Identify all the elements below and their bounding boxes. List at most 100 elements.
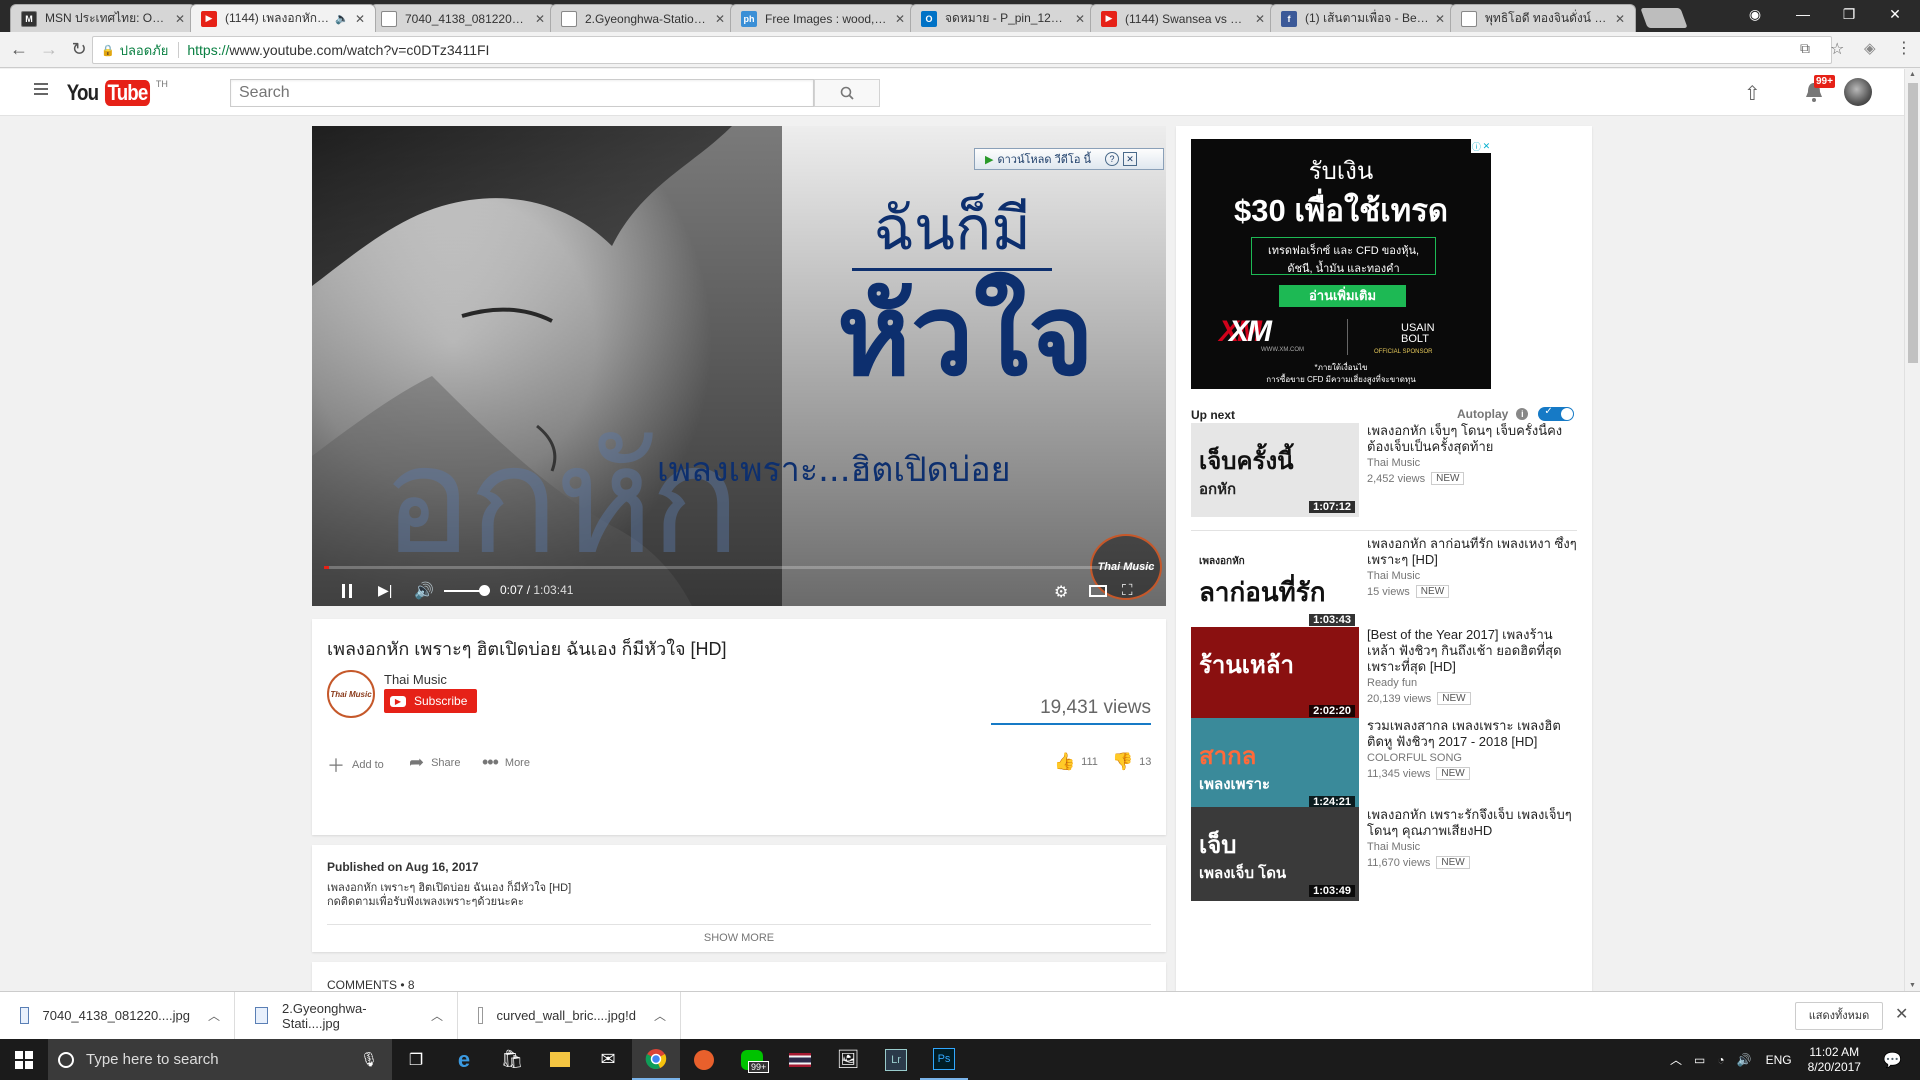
close-overlay-icon[interactable]: ✕ — [1123, 152, 1137, 166]
guide-menu-icon[interactable] — [34, 83, 48, 95]
tab-close-icon[interactable]: ✕ — [1435, 12, 1445, 26]
video-thumbnail[interactable]: เจ็บครั้งนี้ อกหัก 1:07:12 — [1191, 423, 1359, 517]
video-player[interactable]: อกหัก ฉันก็มี หัวใจ เพลงเพราะ...ฮิตเปิดบ… — [312, 126, 1166, 606]
network-icon[interactable]: ◔ — [1717, 1053, 1724, 1067]
extension-icon[interactable]: ◈ — [1864, 39, 1876, 57]
share-button[interactable]: ➦ Share — [409, 752, 460, 773]
microphone-icon[interactable]: 🎙 — [360, 1051, 378, 1068]
menu-dots-icon[interactable]: ⋮ — [1896, 38, 1912, 58]
search-button[interactable] — [814, 79, 880, 107]
tab-close-icon[interactable]: ✕ — [715, 12, 725, 26]
more-button[interactable]: ••• More — [482, 752, 530, 773]
pause-icon[interactable] — [340, 584, 354, 598]
up-next-channel[interactable]: COLORFUL SONG — [1367, 752, 1462, 764]
video-thumbnail[interactable]: สากล เพลงเพราะ 1:24:21 — [1191, 718, 1359, 812]
task-view-icon[interactable]: ❐ — [392, 1039, 440, 1080]
search-input[interactable] — [230, 79, 814, 107]
ad-cta-button[interactable]: อ่านเพิ่มเติม — [1279, 285, 1406, 307]
new-tab-button[interactable] — [1640, 8, 1688, 28]
minimize-icon[interactable]: — — [1780, 0, 1826, 28]
tray-chevron-icon[interactable]: ︿ — [1670, 1051, 1682, 1068]
photoshop-icon[interactable]: Ps — [920, 1039, 968, 1080]
mail-icon[interactable]: ✉ — [584, 1039, 632, 1080]
settings-gear-icon[interactable]: ⚙ — [1054, 582, 1068, 602]
page-scrollbar[interactable]: ▲ ▼ — [1904, 69, 1920, 991]
tab-close-icon[interactable]: ✕ — [1615, 12, 1625, 26]
ad-close-icon[interactable]: ✕ — [1483, 141, 1491, 152]
tab-close-icon[interactable]: ✕ — [355, 12, 365, 26]
scroll-up-arrow-icon[interactable]: ▲ — [1909, 71, 1916, 78]
chevron-up-icon[interactable]: ︿ — [431, 1007, 443, 1024]
video-thumbnail[interactable]: ร้านเหล้า 2:02:20 — [1191, 627, 1359, 721]
show-all-downloads-button[interactable]: แสดงทั้งหมด — [1795, 1002, 1883, 1030]
flag-app-icon[interactable] — [776, 1039, 824, 1080]
browser-tab[interactable]: f (1) เส้นตามเพื่อจ - Benjap ✕ — [1270, 4, 1456, 32]
browser-tab-active[interactable]: ▶ (1144) เพลงอกหัก เพราะ 🔈 ✕ — [190, 4, 376, 32]
download-item[interactable]: curved_wall_bric....jpg!d ︿ — [458, 991, 681, 1040]
browser-tab[interactable]: 2.Gyeonghwa-Station.jp ✕ — [550, 4, 736, 32]
download-item[interactable]: 2.Gyeonghwa-Stati....jpg ︿ — [235, 991, 458, 1040]
line-icon[interactable]: 99+ — [728, 1039, 776, 1080]
up-next-title[interactable]: เพลงอกหัก ลาก่อนที่รัก เพลงเหงา ซึ้งๆเพร… — [1367, 536, 1577, 568]
up-next-item[interactable]: ลาก่อนที่รัก เพลงอกหัก 1:03:43 เพลงอกหัก ลา… — [1191, 536, 1577, 630]
upload-icon[interactable]: ⇧ — [1744, 81, 1761, 106]
video-thumbnail[interactable]: ลาก่อนที่รัก เพลงอกหัก 1:03:43 — [1191, 536, 1359, 630]
up-next-title[interactable]: รวมเพลงสากล เพลงเพราะ เพลงฮิต ติดหู ฟังช… — [1367, 718, 1577, 750]
like-button[interactable]: 👍 111 — [1054, 752, 1098, 772]
tab-close-icon[interactable]: ✕ — [895, 12, 905, 26]
autoplay-toggle[interactable]: ✓ — [1538, 406, 1575, 421]
channel-avatar[interactable]: Thai Music — [327, 670, 375, 718]
language-indicator[interactable]: ENG — [1766, 1053, 1792, 1067]
up-next-item[interactable]: เจ็บครั้งนี้ อกหัก 1:07:12 เพลงอกหัก เจ็บๆ … — [1191, 423, 1577, 531]
avatar[interactable] — [1844, 78, 1872, 106]
tab-close-icon[interactable]: ✕ — [1255, 12, 1265, 26]
up-next-title[interactable]: เพลงอกหัก เจ็บๆ โดนๆ เจ็บครั้งนี้คงต้องเ… — [1367, 423, 1577, 455]
forward-icon[interactable]: → — [34, 39, 64, 60]
browser-tab[interactable]: O จดหมาย - P_pin_123@h ✕ — [910, 4, 1096, 32]
volume-slider[interactable] — [444, 585, 491, 596]
up-next-channel[interactable]: Ready fun — [1367, 677, 1417, 689]
browser-tab[interactable]: ▶ (1144) Swansea vs Man ✕ — [1090, 4, 1276, 32]
download-overlay-ad[interactable]: ▶ ดาวน์โหลด วีดีโอ นี้ ? ✕ — [974, 148, 1164, 170]
download-item[interactable]: 7040_4138_081220....jpg ︿ — [0, 991, 235, 1040]
address-bar[interactable]: 🔒 ปลอดภัย https:// www.youtube.com/watch… — [92, 36, 1832, 64]
browser-tab[interactable]: พุทธิโอดี ทองจินดั่งน์ - ไมโ ✕ — [1450, 4, 1636, 32]
chevron-up-icon[interactable]: ︿ — [654, 1007, 666, 1024]
back-icon[interactable]: ← — [4, 39, 34, 60]
battery-icon[interactable]: ▭ — [1694, 1053, 1705, 1067]
maximize-icon[interactable]: ❐ — [1826, 0, 1872, 28]
video-thumbnail[interactable]: เจ็บ เพลงเจ็บ โดน 1:03:49 — [1191, 807, 1359, 901]
help-icon[interactable]: ? — [1105, 152, 1119, 166]
youtube-logo[interactable]: You Tube TH — [64, 79, 168, 107]
info-icon[interactable]: i — [1516, 408, 1529, 420]
scroll-down-arrow-icon[interactable]: ▼ — [1909, 982, 1916, 989]
speaker-icon[interactable]: 🔈 — [335, 12, 349, 25]
browser-tab[interactable]: M MSN ประเทศไทย: Outlook ✕ — [10, 4, 196, 32]
photos-icon[interactable]: 🖼 — [824, 1039, 872, 1080]
dislike-button[interactable]: 👎 13 — [1112, 752, 1151, 772]
volume-icon[interactable]: 🔊 — [414, 581, 434, 601]
scrollbar-thumb[interactable] — [1908, 83, 1918, 363]
up-next-title[interactable]: [Best of the Year 2017] เพลงร้านเหล้า ฟั… — [1367, 627, 1577, 675]
edge-icon[interactable]: e — [440, 1039, 488, 1080]
app-icon[interactable] — [680, 1039, 728, 1080]
up-next-item[interactable]: เจ็บ เพลงเจ็บ โดน 1:03:49 เพลงอกหัก เพราะรั… — [1191, 807, 1577, 901]
up-next-channel[interactable]: Thai Music — [1367, 457, 1420, 469]
close-window-icon[interactable]: ✕ — [1872, 0, 1918, 28]
up-next-item[interactable]: ร้านเหล้า 2:02:20 [Best of the Year 2017] … — [1191, 627, 1577, 721]
tab-close-icon[interactable]: ✕ — [1075, 12, 1085, 26]
up-next-channel[interactable]: Thai Music — [1367, 841, 1420, 853]
taskbar-search-box[interactable]: Type here to search 🎙 — [48, 1039, 392, 1080]
show-more-button[interactable]: SHOW MORE — [312, 932, 1166, 944]
up-next-title[interactable]: เพลงอกหัก เพราะรักจึงเจ็บ เพลงเจ็บๆโดนๆ … — [1367, 807, 1577, 839]
add-to-button[interactable]: ＋ Add to — [327, 752, 384, 778]
notifications-bell-icon[interactable]: 99+ — [1804, 75, 1835, 108]
up-next-channel[interactable]: Thai Music — [1367, 570, 1420, 582]
volume-knob[interactable] — [479, 585, 491, 596]
lightroom-icon[interactable]: Lr — [872, 1039, 920, 1080]
translate-icon[interactable]: ⧉ — [1800, 40, 1810, 57]
browser-tab[interactable]: ph Free Images : wood, ho ✕ — [730, 4, 916, 32]
browser-tab[interactable]: 7040_4138_081220132 ✕ — [370, 4, 556, 32]
volume-tray-icon[interactable]: 🔊 — [1737, 1053, 1752, 1067]
channel-name[interactable]: Thai Music — [384, 672, 447, 687]
